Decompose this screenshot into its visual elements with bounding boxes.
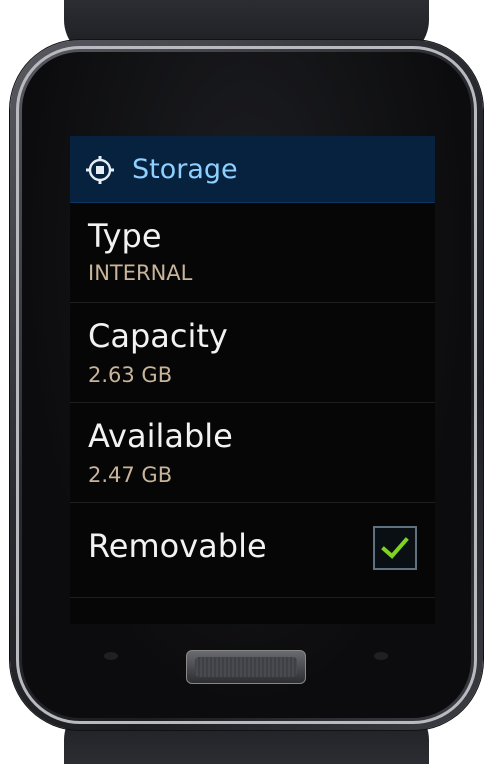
list-item-available[interactable]: Available 2.47 GB [70, 403, 435, 503]
home-button[interactable] [186, 650, 306, 684]
item-value: 2.47 GB [88, 463, 173, 487]
storage-chip-icon [86, 156, 114, 184]
storage-header: Storage [70, 136, 435, 203]
removable-checkbox[interactable] [373, 526, 417, 570]
list-item-type[interactable]: Type INTERNAL [70, 203, 435, 303]
list-item-capacity[interactable]: Capacity 2.63 GB [70, 303, 435, 403]
list-item-removable[interactable]: Removable [70, 503, 435, 598]
item-label: Capacity [88, 317, 228, 355]
checkmark-icon [381, 537, 409, 559]
sensor-dot-right [374, 652, 388, 660]
item-value: 2.63 GB [88, 363, 173, 387]
item-label: Type [88, 217, 162, 255]
home-button-texture [195, 657, 297, 677]
item-value: INTERNAL [88, 261, 193, 285]
watch-screen: Storage Type INTERNAL Capacity 2.63 GB A… [70, 136, 435, 624]
page-title: Storage [132, 154, 238, 185]
item-label: Removable [88, 527, 267, 565]
smartwatch-device: Storage Type INTERNAL Capacity 2.63 GB A… [0, 0, 493, 764]
item-label: Available [88, 417, 233, 455]
sensor-dot-left [104, 652, 118, 660]
